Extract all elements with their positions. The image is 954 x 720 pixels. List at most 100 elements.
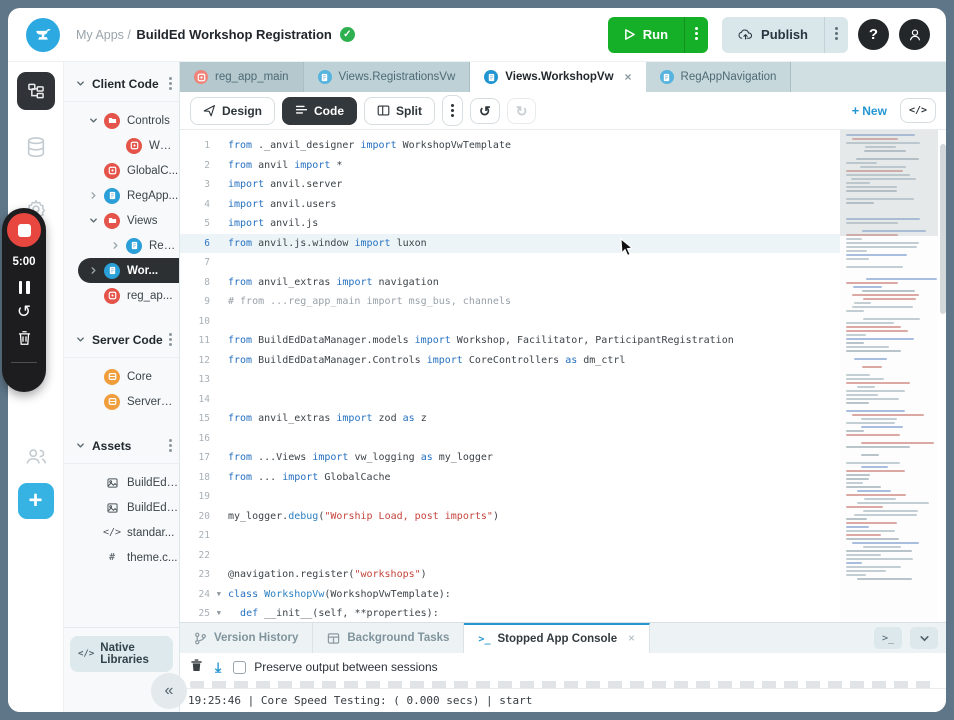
minimap-viewport[interactable] <box>840 130 938 236</box>
tree-item-views[interactable]: Views <box>64 208 179 233</box>
code-line-3[interactable]: 3 import anvil.server <box>180 175 840 195</box>
editor-scrollbar[interactable] <box>940 144 946 314</box>
code-line-21[interactable]: 21 <box>180 526 840 546</box>
tree-item-standar[interactable]: </> standar... <box>64 520 179 545</box>
code-view-button[interactable]: Code <box>282 96 358 125</box>
code-line-14[interactable]: 14 <box>180 390 840 410</box>
code-line-4[interactable]: 4 import anvil.users <box>180 195 840 215</box>
fold-arrow-icon[interactable]: ▼ <box>217 609 221 617</box>
code-line-6[interactable]: 6 from anvil.js.window import luxon <box>180 233 840 253</box>
open-terminal-button[interactable]: >_ <box>874 627 902 649</box>
fold-arrow-icon[interactable]: ▼ <box>217 590 221 598</box>
new-button[interactable]: + New <box>852 103 887 118</box>
editor-tab-views-registrationsvw[interactable]: Views.RegistrationsVw <box>303 62 471 92</box>
code-line-25[interactable]: 25 ▼ def __init__(self, **properties): <box>180 604 840 622</box>
code-line-24[interactable]: 24 ▼ class WorkshopVw(WorkshopVwTemplate): <box>180 585 840 605</box>
publish-button[interactable]: Publish <box>722 17 824 53</box>
minimap[interactable] <box>840 130 938 622</box>
breadcrumb-prefix[interactable]: My Apps / <box>76 28 131 42</box>
chevron-right-icon[interactable] <box>111 241 121 250</box>
design-view-button[interactable]: Design <box>190 96 276 125</box>
console-tab-version-history[interactable]: Version History <box>180 623 314 653</box>
add-plus-button[interactable]: + <box>17 483 54 519</box>
tree-item-serverm[interactable]: ServerM... <box>64 389 179 414</box>
editor-tab-views-workshopvw[interactable]: Views.WorkshopVw × <box>470 62 646 92</box>
clear-console-icon[interactable] <box>190 658 203 677</box>
tree-item-core[interactable]: Core <box>64 364 179 389</box>
database-icon[interactable] <box>25 136 47 165</box>
section-menu-icon[interactable] <box>163 437 175 454</box>
autoscroll-icon[interactable]: ⤓ <box>215 659 221 676</box>
split-view-button[interactable]: Split <box>364 96 436 125</box>
console-tab-background-tasks[interactable]: Background Tasks <box>313 623 465 653</box>
section-menu-icon[interactable] <box>163 331 175 348</box>
console-tab-stopped-app-console[interactable]: >_ Stopped App Console × <box>464 623 650 653</box>
collapse-console-button[interactable] <box>910 627 938 649</box>
anvil-logo-icon[interactable] <box>26 17 60 52</box>
chevron-down-icon[interactable] <box>76 333 85 347</box>
code-line-5[interactable]: 5 import anvil.js <box>180 214 840 234</box>
timer-pause-button[interactable] <box>18 281 30 294</box>
code-line-9[interactable]: 9 # from ...reg_app_main import msg_bus, … <box>180 292 840 312</box>
tree-item-themec[interactable]: # theme.c... <box>64 545 179 570</box>
preserve-output-checkbox[interactable] <box>233 660 247 674</box>
chevron-down-icon[interactable] <box>89 216 99 225</box>
code-line-10[interactable]: 10 <box>180 312 840 332</box>
publish-menu-button[interactable] <box>824 16 848 53</box>
code-line-12[interactable]: 12 from BuildEdDataManager.Controls impor… <box>180 351 840 371</box>
editor-tab-reg_app_main[interactable]: reg_app_main <box>180 62 304 92</box>
tree-item-reg_ap[interactable]: reg_ap... <box>64 283 179 308</box>
code-line-20[interactable]: 20 my_logger.debug("Worship Load, post im… <box>180 507 840 527</box>
code-line-11[interactable]: 11 from BuildEdDataManager.models import … <box>180 331 840 351</box>
section-menu-icon[interactable] <box>163 75 175 92</box>
code-line-2[interactable]: 2 from anvil import * <box>180 156 840 176</box>
code-toggle-button[interactable]: </> <box>899 98 936 123</box>
redo-button[interactable]: ↻ <box>506 97 537 124</box>
breadcrumb[interactable]: My Apps / BuildEd Workshop Registration <box>76 27 332 42</box>
chevron-right-icon[interactable] <box>89 266 99 275</box>
tree-item-buildedl[interactable]: BuildEd-l... <box>64 495 179 520</box>
help-button[interactable]: ? <box>858 19 889 50</box>
editor-tab-regappnavigation[interactable]: RegAppNavigation <box>645 62 792 92</box>
tree-item-wco[interactable]: WCo... <box>64 133 179 158</box>
users-icon[interactable] <box>24 445 48 472</box>
section-header-assets[interactable]: Assets <box>64 428 179 464</box>
code-line-22[interactable]: 22 <box>180 546 840 566</box>
code-line-18[interactable]: 18 from ... import GlobalCache <box>180 468 840 488</box>
tree-item-controls[interactable]: Controls <box>64 108 179 133</box>
timer-restart-button[interactable]: ↺ <box>17 303 31 320</box>
chevron-right-icon[interactable] <box>89 191 99 200</box>
code-line-8[interactable]: 8 from anvil_extras import navigation <box>180 273 840 293</box>
tree-item-buildedl[interactable]: BuildEd-l... <box>64 470 179 495</box>
code-line-16[interactable]: 16 <box>180 429 840 449</box>
account-button[interactable] <box>899 19 930 50</box>
code-line-17[interactable]: 17 from ...Views import vw_logging as my_… <box>180 448 840 468</box>
code-line-15[interactable]: 15 from anvil_extras import zod as z <box>180 409 840 429</box>
tree-item-globalc[interactable]: GlobalC... <box>64 158 179 183</box>
code-line-1[interactable]: 1 from ._anvil_designer import WorkshopVw… <box>180 136 840 156</box>
code-editor[interactable]: 1 from ._anvil_designer import WorkshopVw… <box>180 130 946 622</box>
native-libraries-item[interactable]: </> Native Libraries <box>70 636 173 672</box>
code-line-13[interactable]: 13 <box>180 370 840 390</box>
section-header-client-code[interactable]: Client Code <box>64 66 179 102</box>
app-structure-icon[interactable] <box>16 72 55 110</box>
chevron-down-icon[interactable] <box>76 439 85 453</box>
close-tab-icon[interactable]: × <box>628 633 635 645</box>
tree-item-regapp[interactable]: RegApp... <box>64 183 179 208</box>
code-line-23[interactable]: 23 @navigation.register("workshops") <box>180 565 840 585</box>
code-line-19[interactable]: 19 <box>180 487 840 507</box>
chevron-down-icon[interactable] <box>89 116 99 125</box>
close-tab-icon[interactable]: × <box>625 70 632 84</box>
timer-delete-button[interactable] <box>17 330 32 351</box>
timer-stop-button[interactable] <box>7 213 41 247</box>
run-menu-button[interactable] <box>684 16 708 53</box>
code-line-7[interactable]: 7 <box>180 253 840 273</box>
collapse-sidebar-button[interactable]: « <box>151 673 187 709</box>
toolbar-menu-button[interactable] <box>442 95 464 126</box>
run-button[interactable]: Run <box>608 17 684 53</box>
section-header-server-code[interactable]: Server Code <box>64 322 179 358</box>
tree-item-regi[interactable]: Regi... <box>64 233 179 258</box>
tree-item-wor[interactable]: Wor... <box>78 258 179 283</box>
chevron-down-icon[interactable] <box>76 77 85 91</box>
undo-button[interactable]: ↺ <box>470 97 500 124</box>
